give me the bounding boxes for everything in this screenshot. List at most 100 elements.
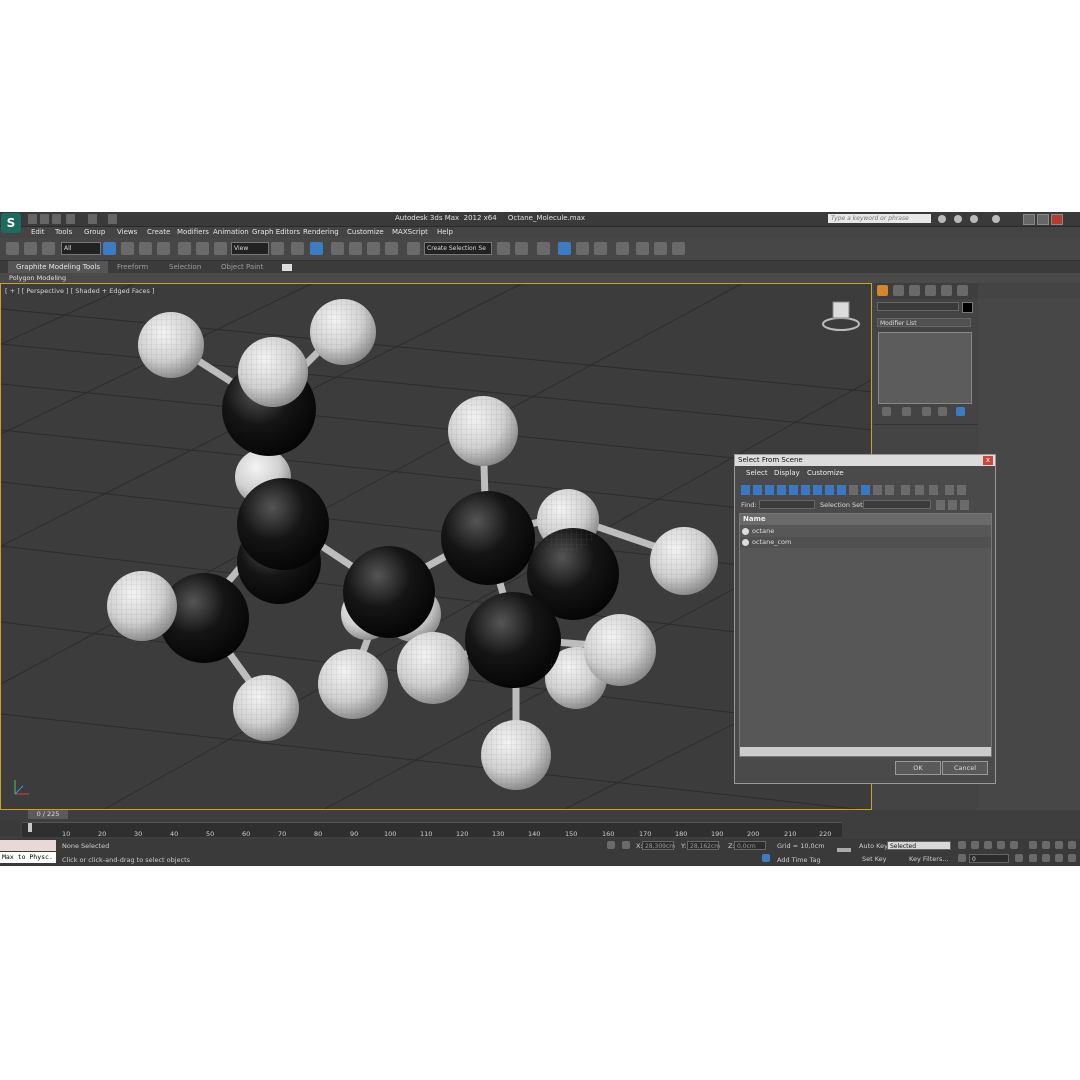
layer-manager-icon[interactable] — [537, 242, 550, 255]
spinner-snap-icon[interactable] — [385, 242, 398, 255]
display-shapes-icon[interactable] — [753, 485, 762, 495]
polygon-modeling-label[interactable]: Polygon Modeling — [9, 274, 66, 282]
add-time-tag[interactable]: Add Time Tag — [777, 856, 821, 864]
list-column-name[interactable]: Name — [740, 514, 991, 525]
unlink-icon[interactable] — [24, 242, 37, 255]
dialog-menu-select[interactable]: Select — [746, 469, 768, 477]
project-folder-icon[interactable] — [108, 214, 117, 224]
ok-button[interactable]: OK — [895, 761, 941, 775]
horizontal-scrollbar[interactable] — [740, 747, 991, 756]
viewport-label[interactable]: [ + ] [ Perspective ] [ Shaded + Edged F… — [5, 287, 155, 295]
viewcube-icon[interactable] — [822, 301, 860, 331]
display-xrefs-icon[interactable] — [825, 485, 834, 495]
select-link-icon[interactable] — [6, 242, 19, 255]
find-input[interactable] — [759, 500, 815, 509]
object-name-field[interactable] — [877, 302, 959, 311]
display-space-warps-icon[interactable] — [801, 485, 810, 495]
display-containers-icon[interactable] — [849, 485, 858, 495]
time-configuration-icon[interactable] — [1015, 854, 1023, 862]
menu-edit[interactable]: Edit — [31, 228, 45, 236]
select-manipulate-icon[interactable] — [291, 242, 304, 255]
select-invert-icon[interactable] — [929, 485, 938, 495]
dialog-menu-display[interactable]: Display — [774, 469, 800, 477]
go-to-end-icon[interactable] — [1010, 841, 1018, 849]
menu-customize[interactable]: Customize — [347, 228, 384, 236]
selection-lock-icon[interactable] — [607, 841, 615, 849]
cancel-button[interactable]: Cancel — [942, 761, 988, 775]
help-icon[interactable] — [992, 215, 1000, 223]
utilities-tab-icon[interactable] — [957, 285, 968, 296]
sort-icon[interactable] — [957, 485, 966, 495]
current-frame-marker[interactable] — [28, 823, 32, 832]
pan-view-icon[interactable] — [1042, 854, 1050, 862]
motion-tab-icon[interactable] — [925, 285, 936, 296]
hierarchy-tab-icon[interactable] — [909, 285, 920, 296]
display-helpers-icon[interactable] — [789, 485, 798, 495]
graphite-modeling-toggle-icon[interactable] — [558, 242, 571, 255]
display-all-icon[interactable] — [885, 485, 894, 495]
maxscript-listener-pink[interactable] — [0, 840, 56, 851]
display-frozen-icon[interactable] — [861, 485, 870, 495]
open-file-icon[interactable] — [40, 214, 49, 224]
menu-modifiers[interactable]: Modifiers — [177, 228, 209, 236]
selection-filter-dropdown[interactable]: All — [61, 242, 101, 255]
dialog-menu-customize[interactable]: Customize — [807, 469, 844, 477]
zoom-icon[interactable] — [1029, 841, 1037, 849]
trackbar-toggle-icon[interactable] — [0, 820, 20, 836]
display-groups-icon[interactable] — [813, 485, 822, 495]
zoom-extents-icon[interactable] — [1055, 841, 1063, 849]
time-slider[interactable]: 0 / 225 — [28, 810, 68, 819]
modify-tab-icon[interactable] — [893, 285, 904, 296]
reference-coordinate-dropdown[interactable]: View — [231, 242, 269, 255]
display-geometry-icon[interactable] — [741, 485, 750, 495]
render-production-icon[interactable] — [672, 242, 685, 255]
menu-maxscript[interactable]: MAXScript — [392, 228, 428, 236]
display-tab-icon[interactable] — [941, 285, 952, 296]
search-icon[interactable] — [938, 215, 946, 223]
window-crossing-icon[interactable] — [157, 242, 170, 255]
set-key-button[interactable]: Set Key — [862, 855, 887, 863]
menu-create[interactable]: Create — [147, 228, 170, 236]
key-mode-dropdown[interactable]: Selected — [887, 841, 951, 850]
rotate-icon[interactable] — [196, 242, 209, 255]
save-file-icon[interactable] — [52, 214, 61, 224]
close-window-button[interactable] — [1051, 214, 1063, 225]
maximize-button[interactable] — [1037, 214, 1049, 225]
menu-help[interactable]: Help — [437, 228, 453, 236]
display-cameras-icon[interactable] — [777, 485, 786, 495]
maximize-viewport-icon[interactable] — [1068, 854, 1076, 862]
modifier-list-dropdown[interactable]: Modifier List — [877, 318, 971, 327]
selection-set-dropdown[interactable] — [863, 500, 931, 509]
field-of-view-icon[interactable] — [1029, 854, 1037, 862]
app-logo-icon[interactable]: S — [1, 213, 21, 233]
make-unique-icon[interactable] — [922, 407, 931, 416]
key-filters-button[interactable]: Key Filters... — [909, 855, 949, 863]
redo-icon[interactable] — [88, 214, 97, 224]
tab-object-paint[interactable]: Object Paint — [221, 263, 263, 271]
configure-modifier-sets-icon[interactable] — [956, 407, 965, 416]
select-by-name-icon[interactable] — [121, 242, 134, 255]
search-input[interactable]: Type a keyword or phrase — [828, 214, 931, 223]
select-all-icon[interactable] — [901, 485, 910, 495]
add-selection-set-icon[interactable] — [948, 500, 957, 510]
show-end-result-icon[interactable] — [902, 407, 911, 416]
tab-freeform[interactable]: Freeform — [117, 263, 148, 271]
list-item[interactable]: octane_com — [740, 537, 991, 548]
dialog-close-button[interactable]: x — [983, 456, 993, 465]
scale-icon[interactable] — [214, 242, 227, 255]
percent-snap-icon[interactable] — [367, 242, 380, 255]
edit-named-selection-icon[interactable] — [407, 242, 420, 255]
select-none-icon[interactable] — [915, 485, 924, 495]
mirror-icon[interactable] — [497, 242, 510, 255]
tab-selection[interactable]: Selection — [169, 263, 201, 271]
x-coordinate-field[interactable]: 28,309cm — [642, 841, 675, 850]
create-tab-icon[interactable] — [877, 285, 888, 296]
rectangular-selection-icon[interactable] — [139, 242, 152, 255]
align-icon[interactable] — [515, 242, 528, 255]
named-selection-dropdown[interactable]: Create Selection Se — [424, 242, 492, 255]
go-to-start-icon[interactable] — [958, 841, 966, 849]
move-icon[interactable] — [178, 242, 191, 255]
subscription-icon[interactable] — [954, 215, 962, 223]
ribbon-options-icon[interactable] — [282, 264, 292, 271]
menu-animation[interactable]: Animation — [213, 228, 249, 236]
